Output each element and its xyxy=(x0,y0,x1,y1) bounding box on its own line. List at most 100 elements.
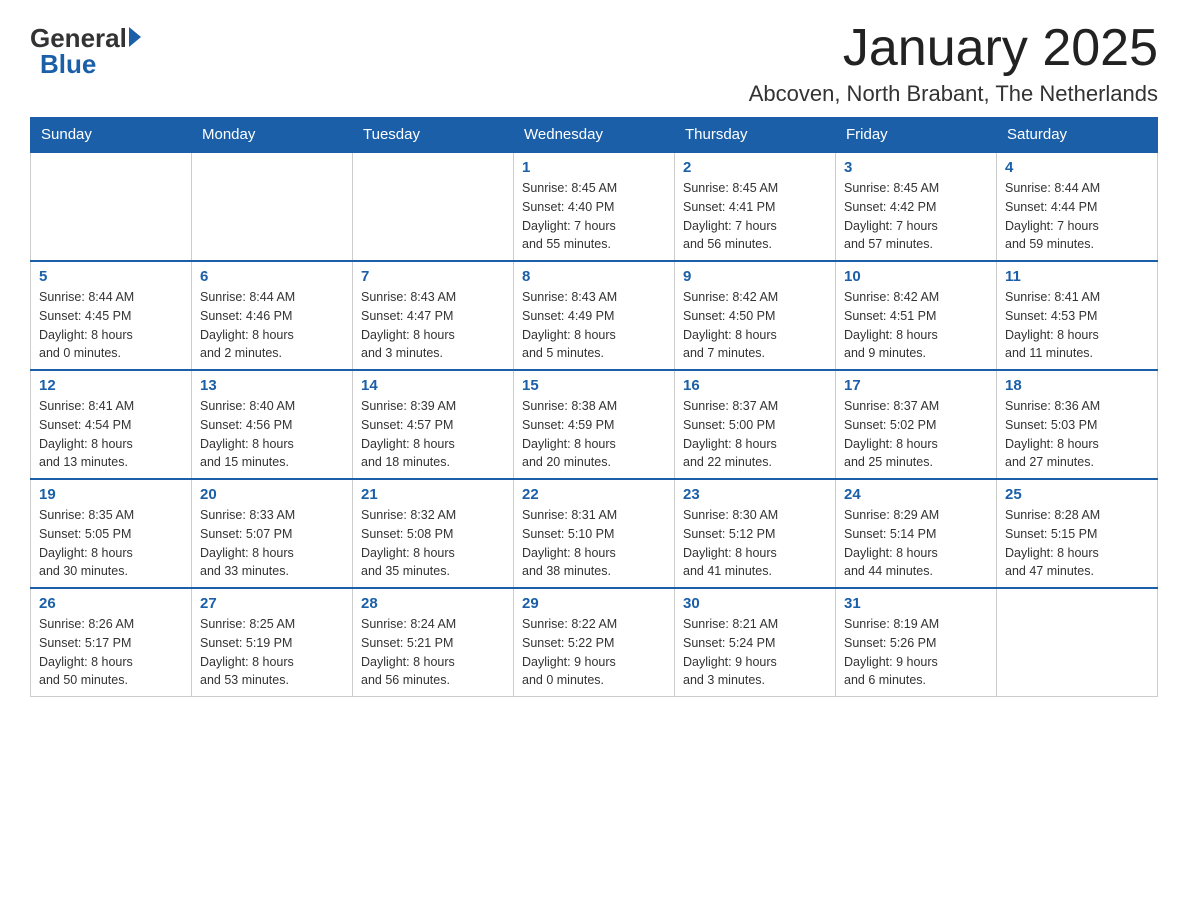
day-info: Sunrise: 8:45 AM Sunset: 4:40 PM Dayligh… xyxy=(522,179,666,254)
day-info: Sunrise: 8:24 AM Sunset: 5:21 PM Dayligh… xyxy=(361,615,505,690)
page-header: General Blue January 2025 Abcoven, North… xyxy=(30,20,1158,107)
day-info: Sunrise: 8:26 AM Sunset: 5:17 PM Dayligh… xyxy=(39,615,183,690)
calendar-cell: 9 Sunrise: 8:42 AM Sunset: 4:50 PM Daylig… xyxy=(675,261,836,370)
calendar-cell: 15 Sunrise: 8:38 AM Sunset: 4:59 PM Dayli… xyxy=(514,370,675,479)
calendar-cell: 16 Sunrise: 8:37 AM Sunset: 5:00 PM Dayli… xyxy=(675,370,836,479)
day-info: Sunrise: 8:41 AM Sunset: 4:54 PM Dayligh… xyxy=(39,397,183,472)
day-info: Sunrise: 8:45 AM Sunset: 4:41 PM Dayligh… xyxy=(683,179,827,254)
day-info: Sunrise: 8:30 AM Sunset: 5:12 PM Dayligh… xyxy=(683,506,827,581)
week-row-2: 5 Sunrise: 8:44 AM Sunset: 4:45 PM Daylig… xyxy=(31,261,1158,370)
calendar-header-thursday: Thursday xyxy=(675,118,836,153)
calendar-cell: 12 Sunrise: 8:41 AM Sunset: 4:54 PM Dayli… xyxy=(31,370,192,479)
day-info: Sunrise: 8:42 AM Sunset: 4:50 PM Dayligh… xyxy=(683,288,827,363)
calendar-cell: 13 Sunrise: 8:40 AM Sunset: 4:56 PM Dayli… xyxy=(192,370,353,479)
day-info: Sunrise: 8:33 AM Sunset: 5:07 PM Dayligh… xyxy=(200,506,344,581)
day-info: Sunrise: 8:39 AM Sunset: 4:57 PM Dayligh… xyxy=(361,397,505,472)
calendar-cell: 29 Sunrise: 8:22 AM Sunset: 5:22 PM Dayli… xyxy=(514,588,675,697)
day-info: Sunrise: 8:36 AM Sunset: 5:03 PM Dayligh… xyxy=(1005,397,1149,472)
calendar-cell: 28 Sunrise: 8:24 AM Sunset: 5:21 PM Dayli… xyxy=(353,588,514,697)
calendar-cell: 17 Sunrise: 8:37 AM Sunset: 5:02 PM Dayli… xyxy=(836,370,997,479)
month-title: January 2025 xyxy=(749,20,1158,77)
calendar-cell: 24Sunrise: 8:29 AM Sunset: 5:14 PM Dayli… xyxy=(836,479,997,588)
day-info: Sunrise: 8:44 AM Sunset: 4:44 PM Dayligh… xyxy=(1005,179,1149,254)
title-block: January 2025 Abcoven, North Brabant, The… xyxy=(749,20,1158,107)
day-number: 5 xyxy=(39,268,183,285)
calendar-header-row: SundayMondayTuesdayWednesdayThursdayFrid… xyxy=(31,118,1158,153)
calendar-table: SundayMondayTuesdayWednesdayThursdayFrid… xyxy=(30,117,1158,697)
day-info: Sunrise: 8:40 AM Sunset: 4:56 PM Dayligh… xyxy=(200,397,344,472)
day-info: Sunrise: 8:35 AM Sunset: 5:05 PM Dayligh… xyxy=(39,506,183,581)
day-number: 31 xyxy=(844,595,988,612)
day-info: Sunrise: 8:29 AM Sunset: 5:14 PM Dayligh… xyxy=(844,506,988,581)
week-row-4: 19 Sunrise: 8:35 AM Sunset: 5:05 PM Dayli… xyxy=(31,479,1158,588)
day-number: 13 xyxy=(200,377,344,394)
day-info: Sunrise: 8:44 AM Sunset: 4:45 PM Dayligh… xyxy=(39,288,183,363)
day-info: Sunrise: 8:41 AM Sunset: 4:53 PM Dayligh… xyxy=(1005,288,1149,363)
day-number: 23 xyxy=(683,486,827,503)
logo-general-text: General xyxy=(30,25,127,51)
day-info: Sunrise: 8:32 AM Sunset: 5:08 PM Dayligh… xyxy=(361,506,505,581)
calendar-cell: 8 Sunrise: 8:43 AM Sunset: 4:49 PM Daylig… xyxy=(514,261,675,370)
calendar-cell: 5 Sunrise: 8:44 AM Sunset: 4:45 PM Daylig… xyxy=(31,261,192,370)
calendar-cell: 11 Sunrise: 8:41 AM Sunset: 4:53 PM Dayli… xyxy=(997,261,1158,370)
day-number: 2 xyxy=(683,159,827,176)
day-info: Sunrise: 8:25 AM Sunset: 5:19 PM Dayligh… xyxy=(200,615,344,690)
calendar-cell: 19 Sunrise: 8:35 AM Sunset: 5:05 PM Dayli… xyxy=(31,479,192,588)
day-number: 25 xyxy=(1005,486,1149,503)
calendar-header-friday: Friday xyxy=(836,118,997,153)
calendar-cell: 6Sunrise: 8:44 AM Sunset: 4:46 PM Daylig… xyxy=(192,261,353,370)
day-number: 14 xyxy=(361,377,505,394)
day-number: 19 xyxy=(39,486,183,503)
day-number: 7 xyxy=(361,268,505,285)
calendar-cell xyxy=(31,152,192,261)
day-number: 6 xyxy=(200,268,344,285)
day-number: 10 xyxy=(844,268,988,285)
day-number: 28 xyxy=(361,595,505,612)
calendar-cell: 22 Sunrise: 8:31 AM Sunset: 5:10 PM Dayli… xyxy=(514,479,675,588)
calendar-cell: 4 Sunrise: 8:44 AM Sunset: 4:44 PM Daylig… xyxy=(997,152,1158,261)
logo-blue-text: Blue xyxy=(40,51,96,77)
day-number: 30 xyxy=(683,595,827,612)
day-number: 15 xyxy=(522,377,666,394)
day-number: 27 xyxy=(200,595,344,612)
day-number: 17 xyxy=(844,377,988,394)
day-info: Sunrise: 8:37 AM Sunset: 5:02 PM Dayligh… xyxy=(844,397,988,472)
calendar-cell: 7Sunrise: 8:43 AM Sunset: 4:47 PM Daylig… xyxy=(353,261,514,370)
day-info: Sunrise: 8:31 AM Sunset: 5:10 PM Dayligh… xyxy=(522,506,666,581)
week-row-3: 12 Sunrise: 8:41 AM Sunset: 4:54 PM Dayli… xyxy=(31,370,1158,479)
day-number: 22 xyxy=(522,486,666,503)
day-number: 8 xyxy=(522,268,666,285)
calendar-header-wednesday: Wednesday xyxy=(514,118,675,153)
calendar-cell: 26 Sunrise: 8:26 AM Sunset: 5:17 PM Dayli… xyxy=(31,588,192,697)
logo: General Blue xyxy=(30,20,141,77)
day-number: 11 xyxy=(1005,268,1149,285)
calendar-cell: 27 Sunrise: 8:25 AM Sunset: 5:19 PM Dayli… xyxy=(192,588,353,697)
day-number: 16 xyxy=(683,377,827,394)
day-number: 1 xyxy=(522,159,666,176)
calendar-header-tuesday: Tuesday xyxy=(353,118,514,153)
day-info: Sunrise: 8:43 AM Sunset: 4:49 PM Dayligh… xyxy=(522,288,666,363)
day-info: Sunrise: 8:21 AM Sunset: 5:24 PM Dayligh… xyxy=(683,615,827,690)
day-number: 21 xyxy=(361,486,505,503)
day-number: 29 xyxy=(522,595,666,612)
day-number: 9 xyxy=(683,268,827,285)
day-number: 26 xyxy=(39,595,183,612)
calendar-cell xyxy=(353,152,514,261)
day-info: Sunrise: 8:22 AM Sunset: 5:22 PM Dayligh… xyxy=(522,615,666,690)
day-number: 3 xyxy=(844,159,988,176)
calendar-cell: 30 Sunrise: 8:21 AM Sunset: 5:24 PM Dayli… xyxy=(675,588,836,697)
day-number: 12 xyxy=(39,377,183,394)
calendar-cell: 14 Sunrise: 8:39 AM Sunset: 4:57 PM Dayli… xyxy=(353,370,514,479)
day-info: Sunrise: 8:38 AM Sunset: 4:59 PM Dayligh… xyxy=(522,397,666,472)
calendar-cell: 1 Sunrise: 8:45 AM Sunset: 4:40 PM Daylig… xyxy=(514,152,675,261)
calendar-header-sunday: Sunday xyxy=(31,118,192,153)
day-number: 4 xyxy=(1005,159,1149,176)
calendar-cell: 20Sunrise: 8:33 AM Sunset: 5:07 PM Dayli… xyxy=(192,479,353,588)
day-info: Sunrise: 8:37 AM Sunset: 5:00 PM Dayligh… xyxy=(683,397,827,472)
day-info: Sunrise: 8:28 AM Sunset: 5:15 PM Dayligh… xyxy=(1005,506,1149,581)
day-info: Sunrise: 8:19 AM Sunset: 5:26 PM Dayligh… xyxy=(844,615,988,690)
day-info: Sunrise: 8:42 AM Sunset: 4:51 PM Dayligh… xyxy=(844,288,988,363)
calendar-cell: 21 Sunrise: 8:32 AM Sunset: 5:08 PM Dayli… xyxy=(353,479,514,588)
logo-triangle-icon xyxy=(129,27,141,47)
calendar-cell: 23 Sunrise: 8:30 AM Sunset: 5:12 PM Dayli… xyxy=(675,479,836,588)
